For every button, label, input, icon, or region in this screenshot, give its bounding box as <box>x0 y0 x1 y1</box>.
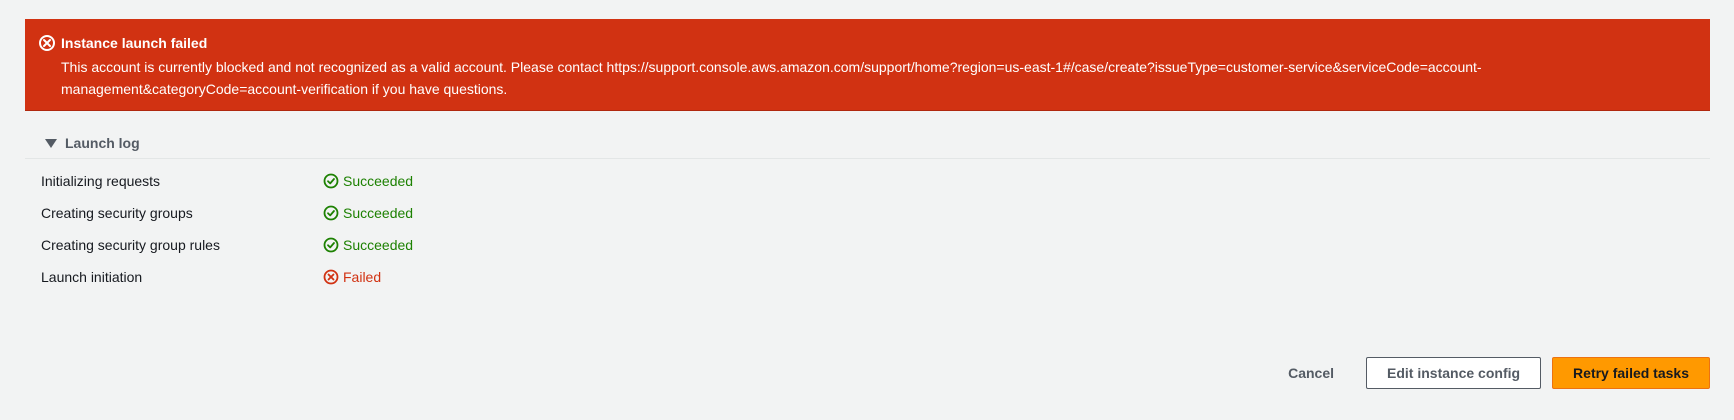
log-row-label: Creating security group rules <box>41 237 220 253</box>
log-row-status: Succeeded <box>323 205 413 221</box>
log-row-status: Succeeded <box>323 237 413 253</box>
edit-instance-config-button[interactable]: Edit instance config <box>1366 357 1542 389</box>
log-row-label: Creating security groups <box>41 205 193 221</box>
error-circle-icon <box>323 269 339 285</box>
status-text: Succeeded <box>343 173 414 189</box>
log-row: Creating security groups Succeeded <box>25 199 1710 231</box>
error-alert: Instance launch failed This account is c… <box>25 19 1710 111</box>
error-circle-icon <box>39 35 55 51</box>
log-row-status: Succeeded <box>323 173 413 189</box>
error-title: Instance launch failed <box>61 35 208 51</box>
check-circle-icon <box>323 237 339 253</box>
log-row: Initializing requests Succeeded <box>25 167 1710 199</box>
log-row: Launch initiation Failed <box>25 263 1710 295</box>
action-bar: Cancel Edit instance config Retry failed… <box>1268 357 1710 389</box>
status-text: Succeeded <box>343 205 414 221</box>
status-text: Failed <box>343 269 382 285</box>
log-row-label: Launch initiation <box>41 269 143 285</box>
launch-log-section: Launch log Initializing requests Succeed… <box>25 128 1710 295</box>
check-circle-icon <box>323 173 339 189</box>
error-message: This account is currently blocked and no… <box>61 59 1482 97</box>
launch-log-list: Initializing requests Succeeded Creating… <box>25 159 1710 295</box>
log-row-status: Failed <box>323 269 381 285</box>
caret-down-icon <box>45 138 57 148</box>
retry-failed-tasks-button[interactable]: Retry failed tasks <box>1552 357 1710 389</box>
check-circle-icon <box>323 205 339 221</box>
launch-log-title: Launch log <box>65 135 140 151</box>
cancel-button[interactable]: Cancel <box>1268 357 1354 389</box>
log-row: Creating security group rules Succeeded <box>25 231 1710 263</box>
status-text: Succeeded <box>343 237 414 253</box>
launch-log-toggle[interactable]: Launch log <box>25 128 1710 159</box>
log-row-label: Initializing requests <box>41 173 161 189</box>
